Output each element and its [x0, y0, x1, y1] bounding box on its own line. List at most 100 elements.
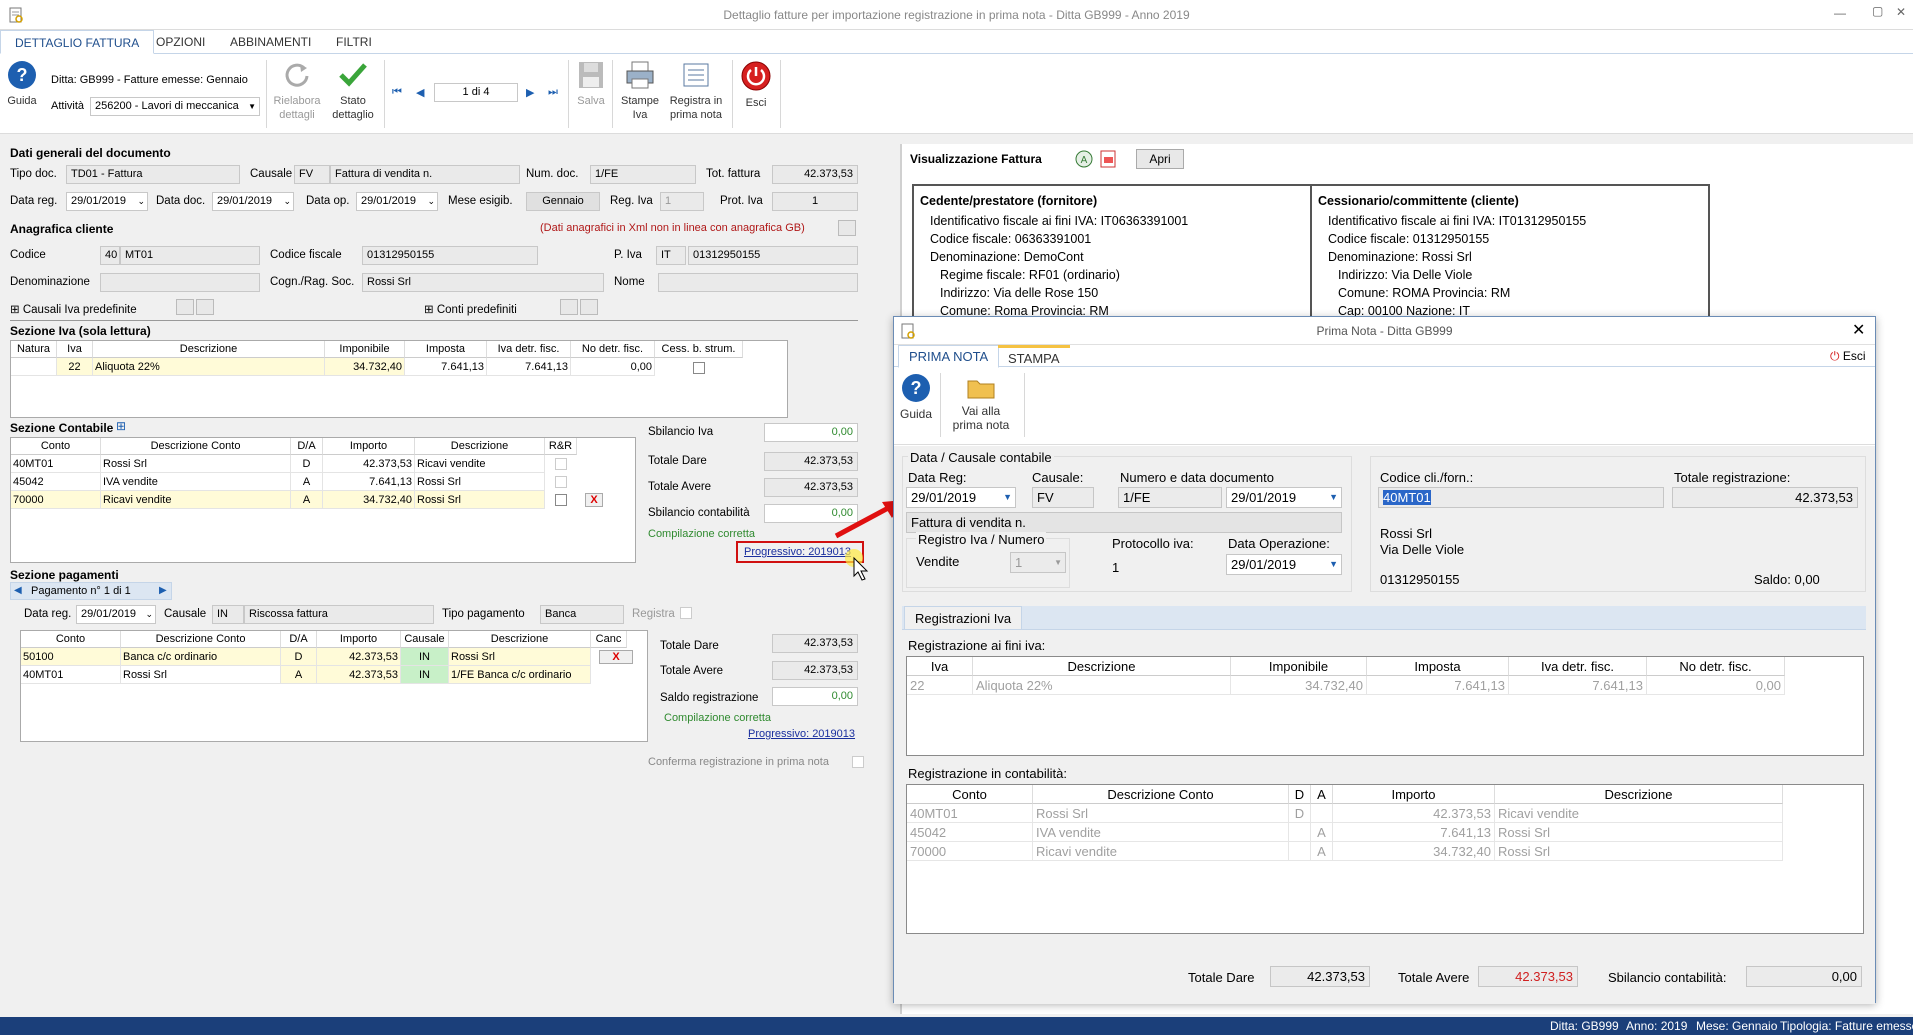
registra-checkbox[interactable]	[680, 607, 692, 619]
attivita-select[interactable]: 256200 - Lavori di meccanica ▼	[90, 97, 260, 116]
d-data-op-field[interactable]: 29/01/2019 ▼	[1226, 554, 1342, 575]
close-button[interactable]: ✕	[1896, 5, 1906, 19]
progressivo-link[interactable]: Progressivo: 2019013	[744, 546, 851, 558]
pag-progressivo-link[interactable]: Progressivo: 2019013	[748, 728, 855, 740]
delete-row-icon[interactable]: X	[585, 493, 603, 507]
vai-prima-nota-button[interactable]: Vai alla prima nota	[946, 373, 1016, 432]
dialog-guida-button[interactable]: ? Guida	[898, 373, 934, 421]
col-header: Canc	[591, 631, 627, 648]
separator	[612, 60, 613, 128]
ribbon: ? Guida Ditta: GB999 - Fatture emesse: G…	[0, 54, 1913, 134]
d-cli-nome: Rossi Srl	[1380, 526, 1433, 541]
mese-button[interactable]: Gennaio	[526, 192, 600, 211]
table-cell: 7.641,13	[1367, 676, 1509, 695]
d-reg-iva-label: Registro Iva / Numero	[916, 532, 1047, 547]
prot-iva-label: Prot. Iva	[720, 195, 763, 207]
cognome-label: Cogn./Rag. Soc.	[270, 276, 355, 288]
d-data-reg-field[interactable]: 29/01/2019 ▼	[906, 487, 1016, 508]
data-doc-field[interactable]: 29/01/2019 ⌄	[212, 192, 294, 211]
dati-generali-title: Dati generali del documento	[10, 146, 171, 160]
d-reg-num-select[interactable]: 1 ▼	[1010, 552, 1066, 573]
page-input[interactable]: 1 di 4	[434, 83, 518, 102]
conti-predefiniti-toggle[interactable]: ⊞ Conti predefiniti	[424, 302, 517, 316]
svg-text:?: ?	[911, 378, 922, 398]
viewer-icon[interactable]: A	[1074, 149, 1094, 169]
guida-button[interactable]: ? Guida	[4, 60, 40, 108]
delete-icon[interactable]	[580, 299, 598, 315]
col-header: Descrizione	[415, 438, 545, 455]
registra-prima-nota-button[interactable]: Registra in prima nota	[664, 60, 728, 122]
tab-dettaglio-fattura[interactable]: DETTAGLIO FATTURA	[0, 30, 155, 54]
viz-title: Visualizzazione Fattura	[910, 152, 1042, 166]
conferma-checkbox[interactable]	[852, 756, 864, 768]
d-causale-field[interactable]: FV	[1032, 487, 1094, 508]
tab-registrazioni-iva[interactable]: Registrazioni Iva	[904, 606, 1023, 630]
table-cell: 42.373,53	[317, 666, 401, 684]
next-page-icon[interactable]: ▶	[526, 86, 534, 99]
d-cli-cf: 01312950155	[1380, 572, 1460, 587]
nome-label: Nome	[614, 276, 645, 288]
d-sbilancio-label: Sbilancio contabilità:	[1608, 970, 1727, 985]
table-cell: 0,00	[1647, 676, 1785, 695]
esci-button[interactable]: Esci	[736, 60, 776, 110]
totale-dare-field: 42.373,53	[764, 452, 858, 471]
cedente-line: Denominazione: DemoCont	[930, 250, 1084, 264]
apri-button[interactable]: Apri	[1136, 149, 1184, 169]
num-doc-field[interactable]: 1/FE	[590, 165, 696, 184]
pag-causale-code[interactable]: IN	[212, 605, 244, 624]
next-payment-icon[interactable]: ▶	[159, 585, 167, 596]
tab-prima-nota[interactable]: PRIMA NOTA	[898, 345, 1000, 368]
d-cod-field[interactable]: 40MT01	[1378, 487, 1664, 508]
prev-payment-icon[interactable]: ◀	[14, 585, 22, 596]
stato-dettaglio-button[interactable]: Stato dettaglio	[326, 60, 380, 122]
rr-checkbox[interactable]	[555, 476, 567, 488]
document-icon[interactable]	[176, 299, 194, 315]
causali-predefinite-toggle[interactable]: ⊞ Causali Iva predefinite	[10, 302, 137, 316]
reg-iva-title: Registrazione ai fini iva:	[908, 638, 1046, 653]
causale-code-field[interactable]: FV	[294, 165, 330, 184]
table-cell: 7.641,13	[405, 358, 487, 376]
data-reg-field[interactable]: 29/01/2019 ⌄	[66, 192, 148, 211]
tipo-doc-field[interactable]: TD01 - Fattura	[66, 165, 240, 184]
table-cell: Banca c/c ordinario	[121, 648, 281, 666]
prev-page-icon[interactable]: ◀	[416, 86, 424, 99]
stampe-iva-button[interactable]: Stampe Iva	[616, 60, 664, 122]
col-header: D	[1289, 785, 1311, 804]
salva-button[interactable]: Salva	[572, 60, 610, 108]
d-prot-label: Protocollo iva:	[1112, 536, 1194, 551]
d-cod-label: Codice cli./forn.:	[1380, 470, 1474, 485]
delete-icon[interactable]	[196, 299, 214, 315]
reg-iva-select[interactable]: 1	[660, 192, 704, 211]
tab-stampa[interactable]: STAMPA	[998, 345, 1070, 367]
document-icon[interactable]	[560, 299, 578, 315]
pag-data-field[interactable]: 29/01/2019 ⌄	[76, 605, 156, 624]
col-header: Iva detr. fisc.	[1509, 657, 1647, 676]
col-header: Cess. b. strum.	[655, 341, 743, 358]
pdf-icon[interactable]	[1098, 149, 1118, 169]
tab-filtri[interactable]: FILTRI	[322, 30, 386, 54]
num-doc-label: Num. doc.	[526, 168, 579, 180]
rielabora-button[interactable]: Rielabora dettagli	[270, 60, 324, 122]
dialog-esci-button[interactable]: ⏻ Esci	[1830, 349, 1866, 364]
add-icon[interactable]	[838, 220, 856, 236]
tab-opzioni[interactable]: OPZIONI	[142, 30, 219, 54]
first-page-icon[interactable]: ⏮	[392, 86, 402, 99]
d-num-data-field[interactable]: 29/01/2019 ▼	[1226, 487, 1342, 508]
tipo-pagamento-field[interactable]: Banca	[540, 605, 624, 624]
tot-fattura-label: Tot. fattura	[706, 168, 761, 180]
tab-abbinamenti[interactable]: ABBINAMENTI	[216, 30, 325, 54]
codice-field[interactable]: MT01	[120, 246, 260, 265]
rr-checkbox[interactable]	[555, 458, 567, 470]
last-page-icon[interactable]: ⏭	[548, 86, 558, 99]
delete-row-icon[interactable]: X	[599, 650, 633, 664]
cess-strum-checkbox[interactable]	[693, 362, 705, 374]
chevron-down-icon: ⌄	[145, 609, 153, 619]
data-op-field[interactable]: 29/01/2019 ⌄	[356, 192, 438, 211]
minimize-button[interactable]: —	[1834, 6, 1846, 20]
d-num-field[interactable]: 1/FE	[1118, 487, 1222, 508]
maximize-button[interactable]: ▢	[1872, 4, 1883, 18]
dialog-close-icon[interactable]: ✕	[1852, 320, 1865, 340]
status-tipologia: Tipologia: Fatture emesse	[1780, 1019, 1913, 1033]
rr-checkbox[interactable]	[555, 494, 567, 506]
expand-icon[interactable]: ⊞	[116, 419, 126, 433]
